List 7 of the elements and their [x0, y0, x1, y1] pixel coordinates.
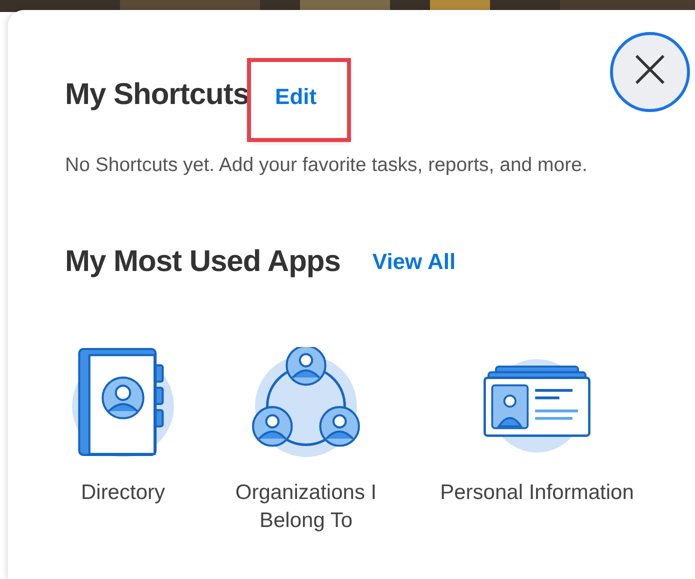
close-button[interactable]: × — [610, 32, 690, 112]
people-network-icon[interactable] — [250, 347, 362, 459]
section-title: My Most Used Apps — [65, 245, 340, 279]
section-title: My Shortcuts — [65, 78, 250, 112]
app-label[interactable]: Personal Information — [437, 479, 637, 507]
empty-message: No Shortcuts yet. Add your favorite tasks, reports, and more. — [65, 153, 588, 178]
view-all-link[interactable]: View All — [372, 249, 456, 275]
